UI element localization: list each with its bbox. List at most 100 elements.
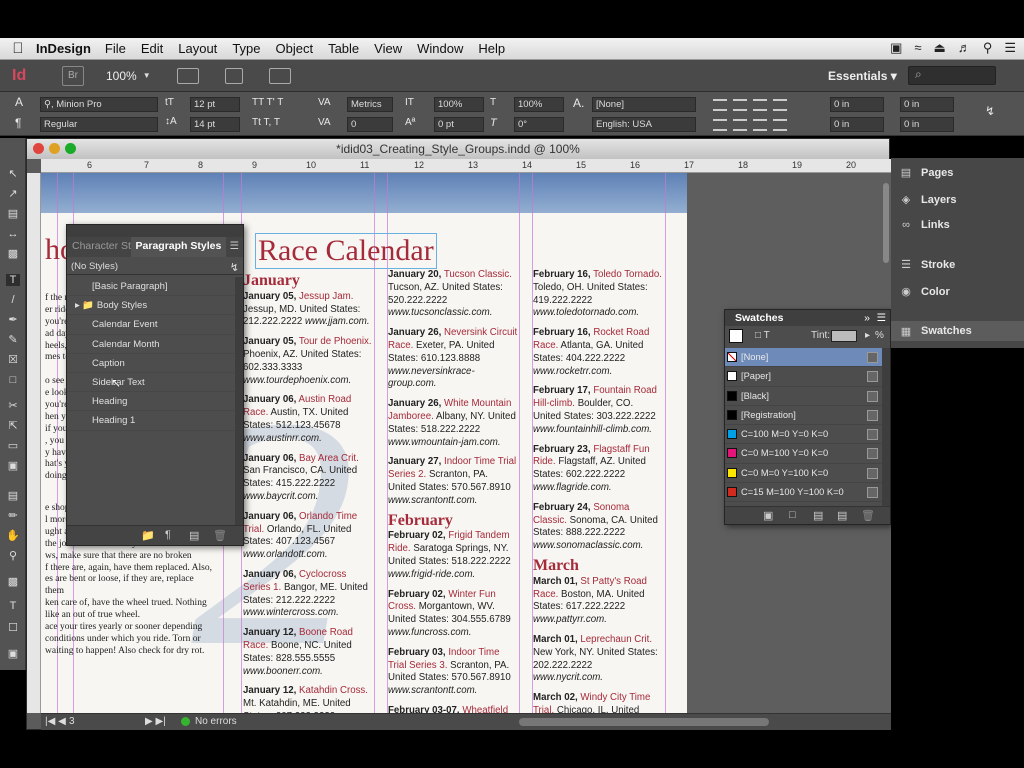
- horizontal-ruler[interactable]: 6 7 8 9 10 11 12 13 14 15 16 17 18 19 20: [41, 159, 891, 173]
- tint-dropdown-icon[interactable]: ▸: [865, 330, 870, 341]
- swatch-item[interactable]: C=0 M=0 Y=100 K=0: [725, 464, 890, 484]
- free-transform-tool-icon[interactable]: ⇱: [6, 420, 20, 432]
- eject-icon[interactable]: ⏏: [934, 40, 946, 56]
- arrange-documents-icon[interactable]: [268, 67, 291, 84]
- wifi-icon[interactable]: ≈: [914, 40, 921, 56]
- right-indent-field[interactable]: 0 in: [900, 97, 954, 112]
- delete-swatch-icon[interactable]: 🗑: [861, 509, 875, 522]
- formatting-affects-text-icon[interactable]: T: [6, 600, 20, 612]
- minimize-window-button[interactable]: [49, 143, 60, 154]
- calendar-column-2[interactable]: January 20, Tucson Classic. Tucson, AZ. …: [388, 269, 518, 713]
- volume-icon[interactable]: ♬: [958, 40, 971, 56]
- preflight-status[interactable]: No errors: [195, 716, 237, 727]
- vertical-ruler[interactable]: [27, 173, 41, 713]
- align-left-icon[interactable]: [713, 99, 727, 111]
- align-towards-spine-icon[interactable]: [773, 99, 787, 111]
- swatch-item[interactable]: [Registration]: [725, 406, 890, 426]
- dock-stroke[interactable]: ☰ Stroke: [899, 258, 955, 272]
- justify-right-icon[interactable]: [753, 119, 767, 131]
- align-center-icon[interactable]: [733, 99, 747, 111]
- page-title[interactable]: Race Calendar: [255, 233, 437, 269]
- new-style-icon[interactable]: ▤: [189, 529, 199, 542]
- swatch-item[interactable]: [None]: [725, 348, 890, 368]
- swatch-list-scrollbar[interactable]: [882, 348, 890, 506]
- gap-tool-icon[interactable]: ↔: [6, 228, 20, 240]
- scroll-thumb[interactable]: [883, 183, 889, 263]
- page-tool-icon[interactable]: ▤: [6, 208, 20, 220]
- pen-tool-icon[interactable]: ✒: [6, 314, 20, 326]
- new-style-group-icon[interactable]: 📁: [141, 529, 155, 542]
- content-collector-icon[interactable]: ▩: [6, 248, 20, 260]
- view-options-icon[interactable]: [176, 67, 199, 84]
- formatting-container-icon[interactable]: □ T: [755, 330, 770, 341]
- clear-overrides-icon[interactable]: ¶: [165, 529, 171, 541]
- note-tool-icon[interactable]: ▤: [6, 490, 20, 502]
- style-sidebar-text[interactable]: Sidebar Text: [67, 373, 235, 393]
- spotlight-icon[interactable]: ⚲: [983, 40, 993, 56]
- panel-title-bar[interactable]: [67, 225, 243, 237]
- line-tool-icon[interactable]: /: [6, 294, 20, 306]
- font-size-field[interactable]: 12 pt: [190, 97, 240, 112]
- notifications-icon[interactable]: ☰: [1004, 40, 1016, 56]
- font-family-field[interactable]: ⚲, Minion Pro: [40, 97, 158, 112]
- app-menu[interactable]: InDesign: [36, 41, 91, 56]
- selection-tool-icon[interactable]: ↖: [6, 168, 20, 180]
- next-page-button[interactable]: ▶ ▶|: [145, 716, 166, 727]
- type-tool-icon[interactable]: T: [6, 274, 20, 286]
- leading-field[interactable]: 14 pt: [190, 117, 240, 132]
- hand-tool-icon[interactable]: ✋: [6, 530, 20, 542]
- style-group-body-styles[interactable]: ▸ 📁 Body Styles: [67, 296, 235, 316]
- zoom-tool-icon[interactable]: ⚲: [6, 550, 20, 562]
- search-input[interactable]: ⌕: [908, 66, 996, 85]
- apply-none-icon[interactable]: ☐: [6, 622, 20, 634]
- baseline-shift-field[interactable]: 0 pt: [434, 117, 484, 132]
- menu-window[interactable]: Window: [417, 41, 463, 56]
- menu-layout[interactable]: Layout: [178, 41, 217, 56]
- bridge-button[interactable]: Br: [62, 65, 84, 86]
- direct-selection-tool-icon[interactable]: ↗: [6, 188, 20, 200]
- swatches-menu-icon[interactable]: ☰: [877, 312, 886, 324]
- collapse-panel-icon[interactable]: »: [864, 312, 870, 324]
- show-all-swatches-icon[interactable]: ▣: [763, 509, 773, 522]
- style-heading-1[interactable]: Heading 1: [67, 411, 235, 431]
- horizontal-scale-field[interactable]: 100%: [514, 97, 564, 112]
- tracking-field[interactable]: 0: [347, 117, 393, 132]
- workspace-switcher[interactable]: Essentials ▾: [828, 69, 897, 83]
- screen-mode-tool-icon[interactable]: ▣: [6, 648, 20, 660]
- quick-apply-lightning-icon[interactable]: ↯: [230, 261, 239, 274]
- disclosure-triangle-icon[interactable]: ▸: [75, 300, 80, 311]
- panel-menu-icon[interactable]: ☰: [226, 237, 243, 257]
- small-caps-button[interactable]: Tt T, T: [252, 117, 280, 128]
- menu-type[interactable]: Type: [232, 41, 260, 56]
- delete-style-icon[interactable]: 🗑: [213, 529, 227, 542]
- rectangle-tool-icon[interactable]: □: [6, 374, 20, 386]
- style-basic-paragraph[interactable]: [Basic Paragraph]: [67, 277, 235, 297]
- menu-edit[interactable]: Edit: [141, 41, 163, 56]
- zoom-level-dropdown[interactable]: 100%: [106, 69, 137, 83]
- language-dropdown[interactable]: English: USA: [592, 117, 696, 132]
- vertical-scale-field[interactable]: 100%: [434, 97, 484, 112]
- gradient-feather-tool-icon[interactable]: ▣: [6, 460, 20, 472]
- style-heading[interactable]: Heading: [67, 392, 235, 412]
- menu-view[interactable]: View: [374, 41, 402, 56]
- swatch-item[interactable]: C=15 M=100 Y=100 K=0: [725, 483, 890, 503]
- zoom-window-button[interactable]: [65, 143, 76, 154]
- calendar-column-1[interactable]: January January 05, Jessup Jam. Jessup, M…: [243, 273, 373, 713]
- lightning-icon[interactable]: ↯: [985, 104, 995, 118]
- tab-paragraph-styles[interactable]: Paragraph Styles: [130, 237, 226, 257]
- first-line-indent-field[interactable]: 0 in: [830, 117, 884, 132]
- swatches-title-bar[interactable]: Swatches » ☰: [725, 310, 890, 326]
- justify-left-icon[interactable]: [713, 119, 727, 131]
- fill-stroke-swatch-icon[interactable]: [729, 329, 743, 343]
- justify-center-icon[interactable]: [733, 119, 747, 131]
- screen-mode-icon[interactable]: [224, 67, 243, 84]
- last-line-indent-field[interactable]: 0 in: [900, 117, 954, 132]
- character-formatting-icon[interactable]: A: [15, 95, 23, 109]
- camera-icon[interactable]: ▣: [890, 40, 902, 56]
- swatch-item[interactable]: C=0 M=100 Y=0 K=0: [725, 444, 890, 464]
- style-calendar-event[interactable]: Calendar Event: [67, 315, 235, 335]
- calendar-column-3[interactable]: February 16, Toledo Tornado. Toledo, OH.…: [533, 269, 663, 713]
- page-number-field[interactable]: 3: [69, 716, 139, 727]
- pencil-tool-icon[interactable]: ✎: [6, 334, 20, 346]
- show-gradient-swatches-icon[interactable]: ▤: [813, 509, 823, 522]
